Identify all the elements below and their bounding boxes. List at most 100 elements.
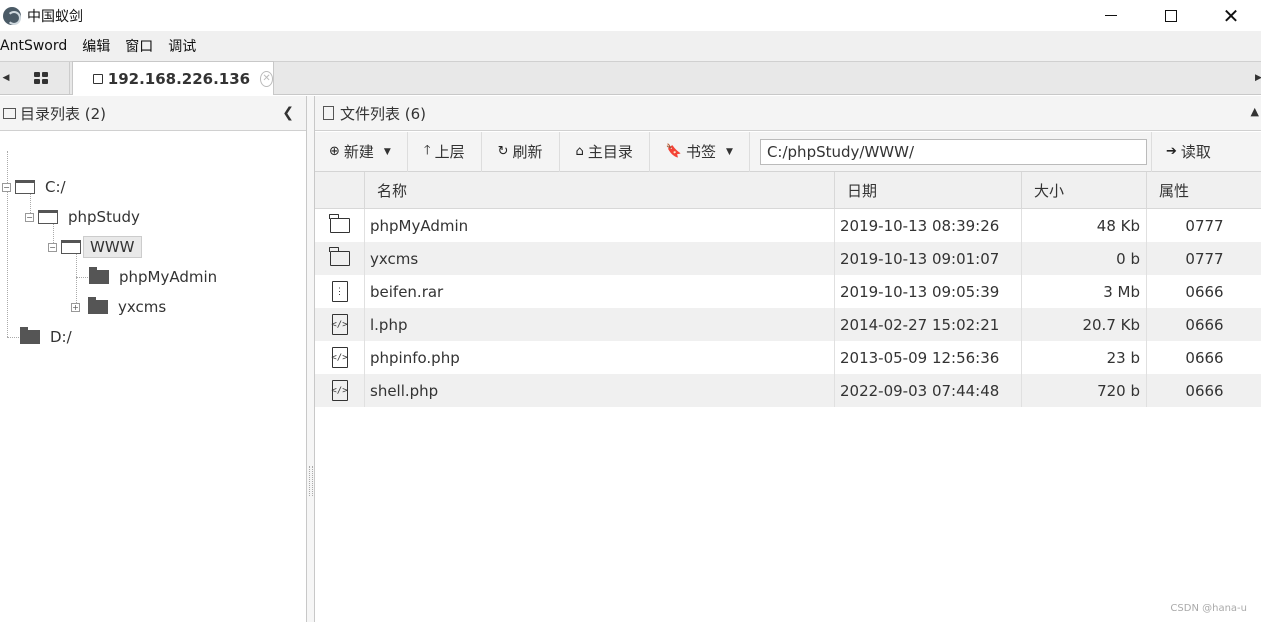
menu-window[interactable]: 窗口	[125, 36, 160, 56]
code-file-icon: </>	[331, 380, 348, 401]
collapse-toggle-icon[interactable]: −	[25, 212, 34, 222]
tree-node-c[interactable]: − C:/	[2, 175, 66, 199]
tree-node-d[interactable]: D:/	[20, 325, 72, 349]
tab-close-icon[interactable]: ✕	[260, 70, 273, 87]
file-name: shell.php	[365, 374, 835, 407]
file-date: 2022-09-03 07:44:48	[835, 374, 1022, 407]
file-panel: 文件列表 (6) ▲ ⊕ 新建 ▼ 🡑 上层 ↻ 刷新 ⌂ 主目录 🔖 书签 ▼…	[314, 96, 1261, 622]
tree-node-label: D:/	[50, 328, 72, 346]
window-controls: ✕	[1081, 0, 1261, 31]
file-icon-cell: </>	[315, 374, 365, 407]
path-input[interactable]	[759, 138, 1147, 165]
file-grid-header: 名称 日期 大小 属性	[315, 172, 1261, 209]
tab-connection[interactable]: 192.168.226.136 ✕	[72, 61, 274, 95]
home-button[interactable]: ⌂ 主目录	[560, 131, 650, 172]
tree-node-label: WWW	[83, 236, 142, 258]
collapse-panel-icon[interactable]: ❮	[282, 105, 294, 121]
refresh-label: 刷新	[512, 143, 543, 161]
directory-panel-title: 目录列表 (2)	[20, 104, 107, 123]
file-attr: 0666	[1185, 381, 1224, 400]
file-toolbar: ⊕ 新建 ▼ 🡑 上层 ↻ 刷新 ⌂ 主目录 🔖 书签 ▼ ➔ 读取	[315, 131, 1261, 172]
menu-debug[interactable]: 调试	[168, 36, 203, 56]
folder-icon	[3, 107, 16, 119]
grid-icon	[33, 72, 48, 84]
file-name: phpMyAdmin	[365, 209, 835, 242]
window-title: 中国蚁剑	[27, 8, 83, 25]
bookmark-button[interactable]: 🔖 书签 ▼	[650, 131, 750, 172]
folder-open-icon	[61, 240, 81, 254]
file-row[interactable]: </> phpinfo.php 2013-05-09 12:56:36 23 b…	[315, 341, 1261, 374]
file-row[interactable]: yxcms 2019-10-13 09:01:07 0 b 0777	[315, 242, 1261, 275]
file-attr: 0666	[1185, 315, 1224, 334]
read-label: 读取	[1180, 143, 1211, 161]
tree-node-www[interactable]: − WWW	[48, 235, 142, 259]
column-size[interactable]: 大小	[1022, 172, 1147, 209]
directory-panel: 目录列表 (2) ❮ − C:/ − phpStudy − WWW phpMyA…	[0, 96, 307, 622]
new-button[interactable]: ⊕ 新建 ▼	[315, 131, 408, 172]
tree-node-label: phpMyAdmin	[119, 268, 218, 286]
expand-toggle-icon[interactable]: +	[71, 302, 80, 312]
tree-node-phpmyadmin[interactable]: phpMyAdmin	[89, 265, 217, 289]
menu-edit[interactable]: 编辑	[82, 36, 117, 56]
folder-icon	[89, 267, 109, 284]
column-date[interactable]: 日期	[835, 172, 1022, 209]
collapse-toggle-icon[interactable]: −	[2, 182, 11, 192]
arrow-up-icon: 🡑	[423, 142, 431, 158]
tree-node-label: C:/	[45, 178, 66, 196]
menu-antsword[interactable]: AntSword	[0, 38, 74, 54]
file-size: 48 Kb	[1022, 209, 1147, 242]
tree-node-phpstudy[interactable]: − phpStudy	[25, 205, 140, 229]
file-date: 2019-10-13 09:01:07	[835, 242, 1022, 275]
collapse-toggle-icon[interactable]: −	[48, 242, 57, 252]
panel-splitter[interactable]	[307, 96, 314, 622]
file-date: 2014-02-27 15:02:21	[835, 308, 1022, 341]
file-icon-cell	[315, 242, 365, 275]
file-size: 720 b	[1022, 374, 1147, 407]
file-icon-cell: </>	[315, 308, 365, 341]
file-grid-rows: phpMyAdmin 2019-10-13 08:39:26 48 Kb 077…	[315, 209, 1261, 407]
title-bar: 中国蚁剑 ✕	[0, 0, 1261, 31]
file-date: 2019-10-13 09:05:39	[835, 275, 1022, 308]
file-attr: 0777	[1185, 249, 1224, 268]
tab-scroll-left-icon[interactable]: ◀	[0, 62, 12, 94]
plus-circle-icon: ⊕	[329, 144, 340, 159]
file-name: beifen.rar	[365, 275, 835, 308]
up-label: 上层	[434, 143, 465, 161]
caret-down-icon: ▼	[726, 146, 733, 157]
file-size: 23 b	[1022, 341, 1147, 374]
folder-open-icon	[15, 180, 35, 194]
tab-bar: ◀ 192.168.226.136 ✕ ▶	[0, 61, 1261, 95]
folder-icon	[329, 214, 350, 233]
tab-connection-label: 192.168.226.136	[107, 69, 251, 88]
folder-icon	[20, 327, 40, 344]
collapse-up-icon[interactable]: ▲	[1251, 105, 1259, 118]
file-row[interactable]: </> l.php 2014-02-27 15:02:21 20.7 Kb 06…	[315, 308, 1261, 341]
tree-connector	[76, 277, 88, 278]
column-icon	[315, 172, 365, 209]
minimize-button[interactable]	[1081, 0, 1141, 31]
file-name: yxcms	[365, 242, 835, 275]
file-row[interactable]: </> shell.php 2022-09-03 07:44:48 720 b …	[315, 374, 1261, 407]
bookmark-label: 书签	[686, 143, 717, 161]
new-label: 新建	[343, 143, 374, 161]
file-panel-header: 文件列表 (6) ▲	[315, 96, 1261, 131]
tab-scroll-right-icon[interactable]: ▶	[1255, 62, 1261, 94]
maximize-button[interactable]	[1141, 0, 1201, 31]
close-button[interactable]: ✕	[1201, 0, 1261, 31]
read-button[interactable]: ➔ 读取	[1150, 131, 1227, 172]
tab-home[interactable]	[12, 62, 70, 94]
antsword-logo-icon	[3, 6, 21, 25]
refresh-button[interactable]: ↻ 刷新	[482, 131, 560, 172]
folder-icon	[93, 73, 103, 84]
file-attr: 0666	[1185, 282, 1224, 301]
file-row[interactable]: ⋮ beifen.rar 2019-10-13 09:05:39 3 Mb 06…	[315, 275, 1261, 308]
tree-node-yxcms[interactable]: + yxcms	[71, 295, 166, 319]
column-name[interactable]: 名称	[365, 172, 835, 209]
column-attr[interactable]: 属性	[1147, 172, 1261, 209]
file-date: 2019-10-13 08:39:26	[835, 209, 1022, 242]
file-row[interactable]: phpMyAdmin 2019-10-13 08:39:26 48 Kb 077…	[315, 209, 1261, 242]
watermark: CSDN @hana-u	[1170, 603, 1247, 614]
file-name: phpinfo.php	[365, 341, 835, 374]
up-button[interactable]: 🡑 上层	[408, 131, 482, 172]
code-file-icon: </>	[331, 347, 348, 368]
